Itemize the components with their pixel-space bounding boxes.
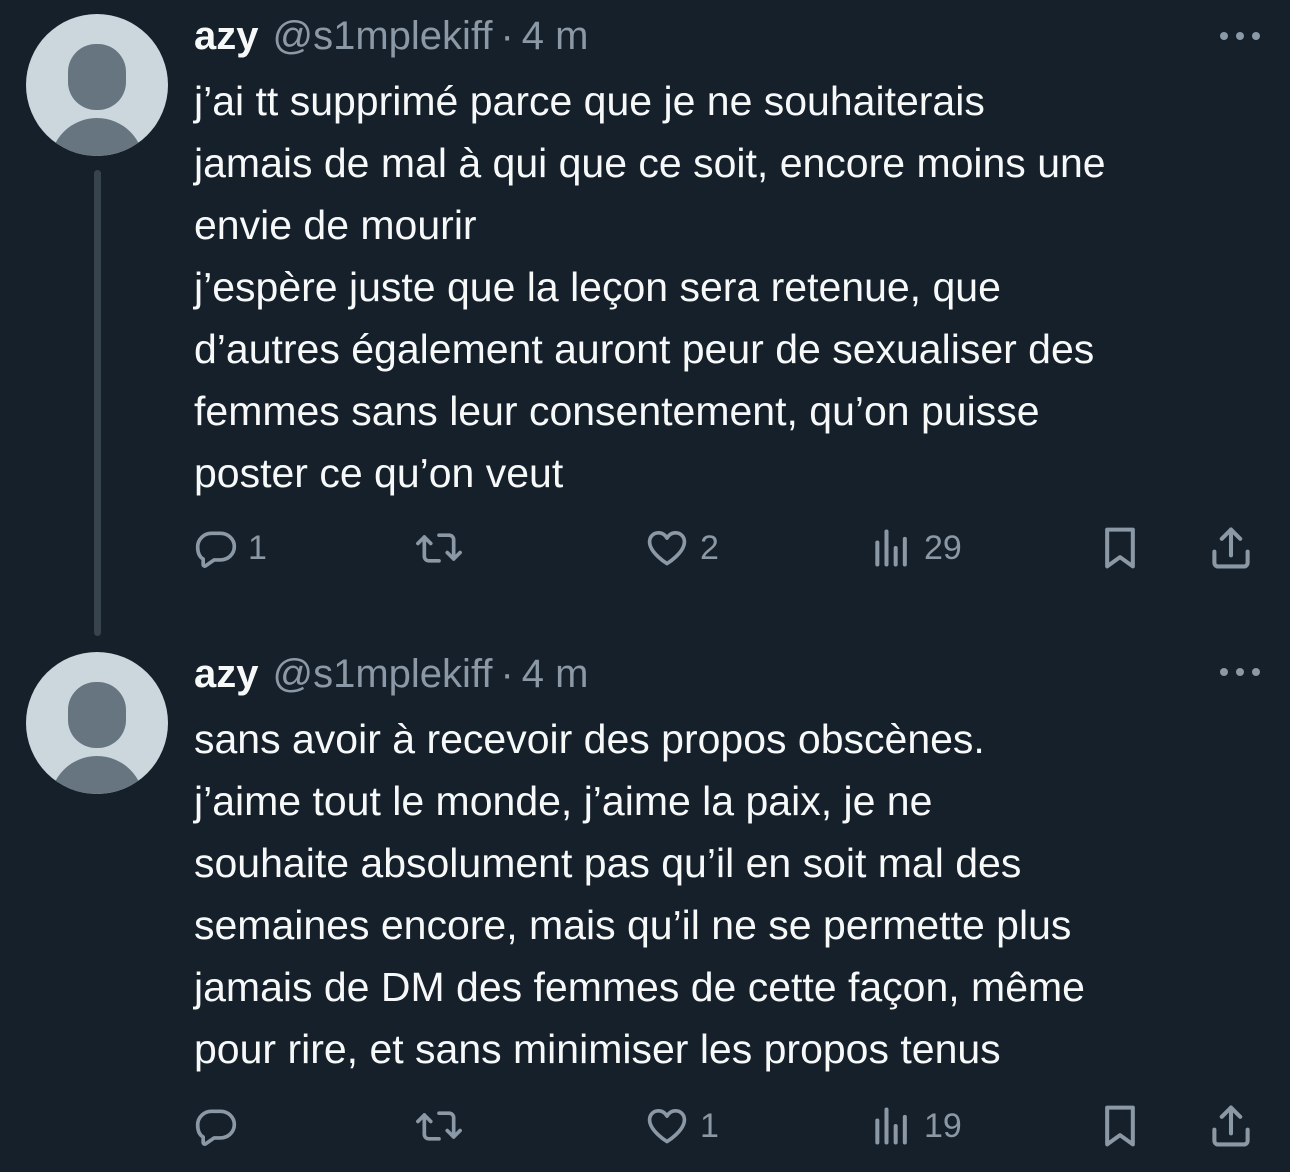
tweet-text-line: jamais de mal à qui que ce soit, encore … — [194, 140, 1106, 186]
bookmark-icon — [1098, 524, 1142, 572]
avatar-head-shape — [68, 44, 126, 110]
display-name[interactable]: azy — [194, 650, 259, 698]
separator-dot: · — [500, 14, 514, 58]
tweet[interactable]: azy @s1mplekiff · 4 m j’ai tt supprimé p… — [0, 0, 1290, 636]
views-button[interactable]: 29 — [870, 518, 962, 578]
views-count: 19 — [924, 1106, 962, 1145]
tweet-text-line: poster ce qu’on veut — [194, 450, 564, 496]
retweet-icon — [414, 1104, 464, 1148]
tweet[interactable]: azy @s1mplekiff · 4 m sans avoir à recev… — [0, 636, 1290, 1172]
heart-icon — [644, 1104, 690, 1148]
tweet-text-line: j’ai tt supprimé parce que je ne souhait… — [194, 78, 985, 124]
display-name[interactable]: azy — [194, 12, 259, 60]
tweet-text-line: souhaite absolument pas qu’il en soit ma… — [194, 840, 1022, 886]
like-button[interactable]: 2 — [644, 518, 719, 578]
more-icon[interactable] — [1220, 30, 1260, 42]
reply-button[interactable] — [194, 1096, 248, 1156]
views-icon — [870, 526, 914, 570]
thread-connector-line — [94, 170, 101, 636]
tweet-text-line: envie de mourir — [194, 202, 477, 248]
timestamp[interactable]: 4 m — [522, 650, 589, 698]
avatar-head-shape — [68, 682, 126, 748]
tweet-text-line: jamais de DM des femmes de cette façon, … — [194, 964, 1085, 1010]
reply-icon — [194, 1104, 238, 1148]
bookmark-button[interactable] — [1098, 1096, 1142, 1156]
separator-dot: · — [500, 652, 514, 696]
tweet-actions: 1 2 29 — [194, 518, 1264, 578]
bookmark-button[interactable] — [1098, 518, 1142, 578]
tweet-text-line: sans avoir à recevoir des propos obscène… — [194, 716, 985, 762]
user-handle[interactable]: @s1mplekiff — [273, 650, 493, 698]
like-count: 2 — [700, 528, 719, 567]
tweet-text-line: d’autres également auront peur de sexual… — [194, 326, 1095, 372]
retweet-icon — [414, 526, 464, 570]
bookmark-icon — [1098, 1102, 1142, 1150]
views-count: 29 — [924, 528, 962, 567]
tweet-actions: 1 19 — [194, 1096, 1264, 1156]
tweet-header: azy @s1mplekiff · 4 m — [194, 12, 588, 60]
user-handle[interactable]: @s1mplekiff — [273, 12, 493, 60]
like-button[interactable]: 1 — [644, 1096, 719, 1156]
timestamp[interactable]: 4 m — [522, 12, 589, 60]
share-icon — [1208, 1102, 1254, 1150]
like-count: 1 — [700, 1106, 719, 1145]
reply-button[interactable]: 1 — [194, 518, 267, 578]
more-dot — [1220, 32, 1228, 40]
share-button[interactable] — [1208, 518, 1254, 578]
tweet-header: azy @s1mplekiff · 4 m — [194, 650, 588, 698]
more-dot — [1236, 668, 1244, 676]
avatar[interactable] — [26, 652, 168, 794]
retweet-button[interactable] — [414, 518, 474, 578]
more-dot — [1252, 668, 1260, 676]
more-dot — [1252, 32, 1260, 40]
views-icon — [870, 1104, 914, 1148]
reply-icon — [194, 526, 238, 570]
more-icon[interactable] — [1220, 666, 1260, 678]
tweet-text-line: pour rire, et sans minimiser les propos … — [194, 1026, 1001, 1072]
reply-count: 1 — [248, 528, 267, 567]
tweet-text-line: j’aime tout le monde, j’aime la paix, je… — [194, 778, 933, 824]
tweet-text: sans avoir à recevoir des propos obscène… — [194, 708, 1274, 1080]
tweet-text-line: femmes sans leur consentement, qu’on pui… — [194, 388, 1040, 434]
more-dot — [1220, 668, 1228, 676]
tweet-text-line: semaines encore, mais qu’il ne se permet… — [194, 902, 1072, 948]
views-button[interactable]: 19 — [870, 1096, 962, 1156]
retweet-button[interactable] — [414, 1096, 474, 1156]
share-icon — [1208, 524, 1254, 572]
heart-icon — [644, 526, 690, 570]
avatar-shoulders-shape — [50, 756, 144, 794]
avatar[interactable] — [26, 14, 168, 156]
share-button[interactable] — [1208, 1096, 1254, 1156]
tweet-text-line: j’espère juste que la leçon sera retenue… — [194, 264, 1001, 310]
more-dot — [1236, 32, 1244, 40]
tweet-text: j’ai tt supprimé parce que je ne souhait… — [194, 70, 1274, 504]
avatar-shoulders-shape — [50, 118, 144, 156]
